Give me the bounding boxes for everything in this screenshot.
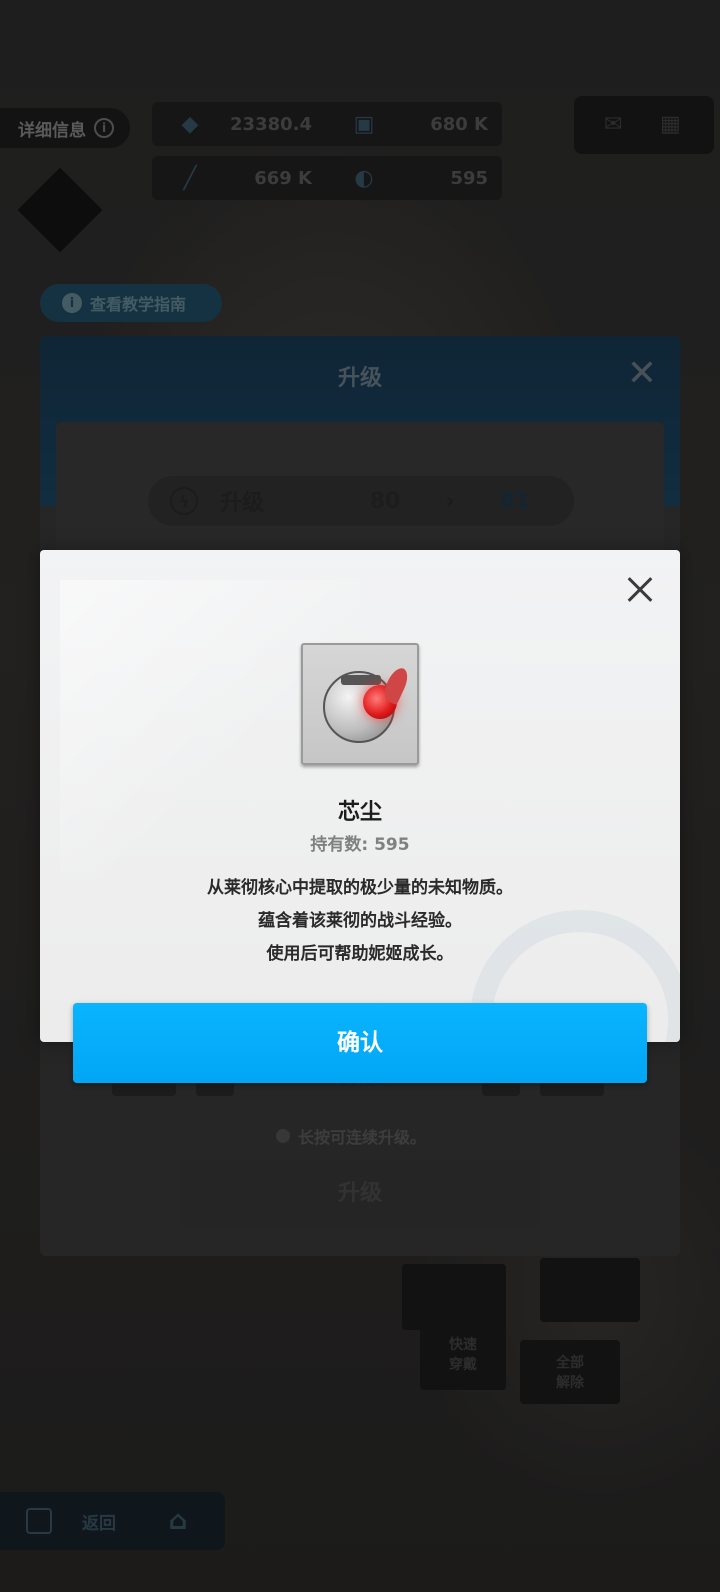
item-description-line: 蕴含着该莱彻的战斗经验。 (258, 911, 462, 931)
item-name: 芯尘 (337, 800, 382, 825)
item-owned-count: 持有数: 595 (310, 835, 410, 855)
item-description-line: 从莱彻核心中提取的极少量的未知物质。 (207, 878, 513, 898)
item-detail-modal: 芯尘 持有数: 595 从莱彻核心中提取的极少量的未知物质。 蕴含着该莱彻的战斗… (40, 550, 680, 1042)
core-dust-band (341, 675, 381, 685)
item-description-line: 使用后可帮助妮姬成长。 (266, 944, 454, 964)
core-dust-fin (380, 664, 412, 706)
item-icon-frame (301, 643, 419, 765)
close-icon[interactable] (620, 570, 660, 610)
confirm-button[interactable]: 确认 (73, 1003, 647, 1083)
item-description: 从莱彻核心中提取的极少量的未知物质。 蕴含着该莱彻的战斗经验。 使用后可帮助妮姬… (40, 872, 680, 971)
